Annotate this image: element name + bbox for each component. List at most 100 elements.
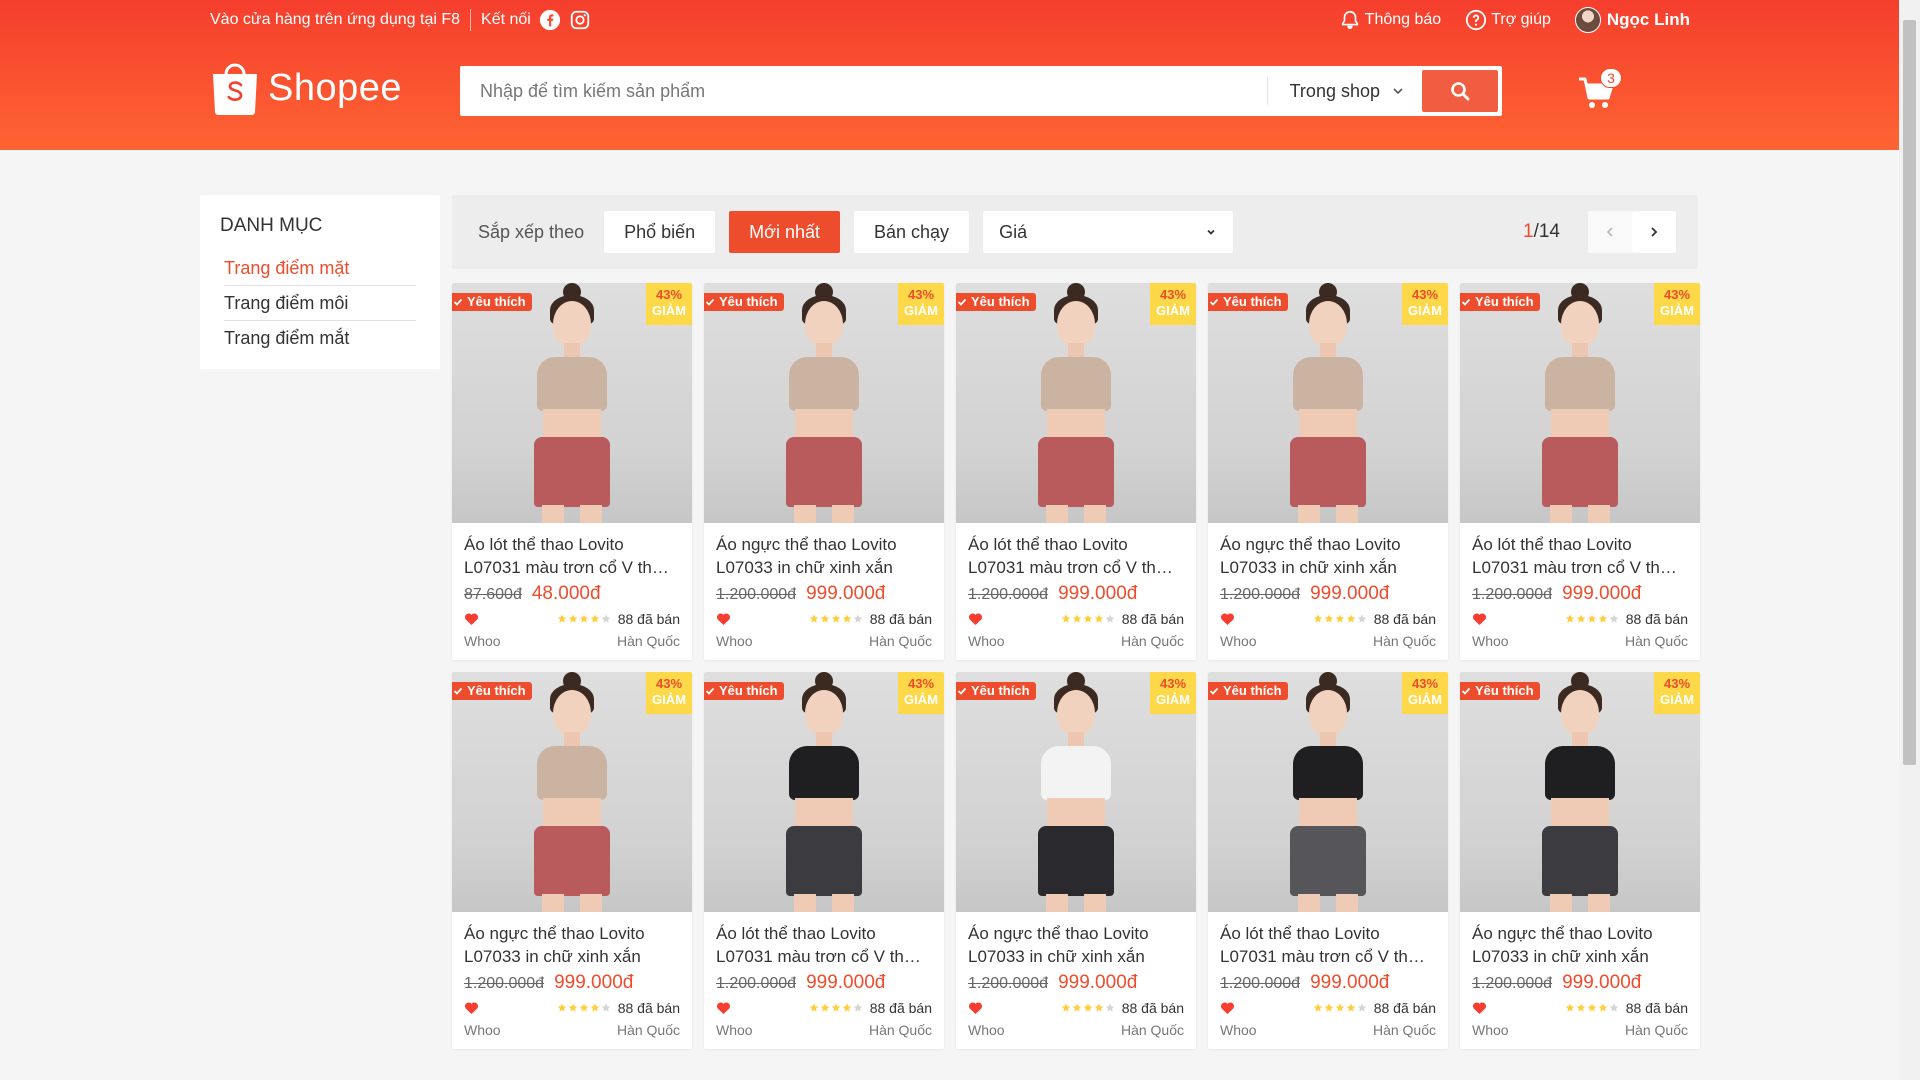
check-icon	[1461, 298, 1471, 306]
heart-icon[interactable]	[716, 1001, 731, 1015]
product-image: Yêu thích 43% GIẢM	[956, 283, 1196, 523]
star-icon	[601, 1003, 611, 1012]
heart-icon[interactable]	[1472, 612, 1487, 626]
star-icon	[853, 1003, 863, 1012]
sale-badge: 43% GIẢM	[646, 283, 692, 325]
rating-stars	[1061, 1003, 1115, 1013]
header: Vào cửa hàng trên ứng dụng tại F8 Kết nố…	[0, 0, 1899, 150]
sort-popular-button[interactable]: Phổ biến	[604, 211, 716, 253]
sale-price: 999.000đ	[1310, 972, 1390, 993]
old-price: 1.200.000đ	[716, 586, 797, 603]
sale-percent: 43%	[1159, 676, 1187, 691]
sold-count: 88 đã bán	[617, 1000, 680, 1016]
logo-text: Shopee	[268, 66, 403, 109]
product-prices: 1.200.000đ 999.000đ	[716, 972, 932, 994]
shopee-logo[interactable]: Shopee	[210, 60, 402, 116]
product-info: Áo lót thể thao Lovito L07031 màu trơn c…	[452, 523, 692, 649]
star-icon	[1565, 1003, 1575, 1012]
sale-percent: 43%	[1159, 287, 1187, 302]
sort-bestseller-button[interactable]: Bán chạy	[854, 211, 970, 253]
heart-icon[interactable]	[464, 1001, 479, 1015]
rating-stars	[809, 614, 863, 624]
avatar	[1574, 7, 1601, 33]
user-menu[interactable]: Ngọc Linh	[1574, 7, 1690, 33]
brand-name: Whoo	[968, 633, 1005, 649]
product-name: Áo ngực thể thao Lovito L07033 in chữ xi…	[716, 535, 897, 577]
old-price: 1.200.000đ	[464, 975, 545, 992]
heart-icon[interactable]	[1220, 612, 1235, 626]
scrollbar[interactable]	[1899, 0, 1920, 1080]
product-image: Yêu thích 43% GIẢM	[704, 672, 944, 912]
app-promo-link[interactable]: Vào cửa hàng trên ứng dụng tại F8	[210, 11, 460, 29]
check-icon	[1461, 687, 1471, 695]
product-card[interactable]: Yêu thích 43% GIẢM Áo ngực thể thao Lovi…	[1208, 283, 1448, 660]
heart-icon[interactable]	[1472, 1001, 1487, 1015]
sale-percent: 43%	[1411, 287, 1439, 302]
star-icon	[1105, 1003, 1115, 1012]
product-meta: 88 đã bán	[968, 611, 1184, 627]
favorite-label: Yêu thích	[719, 294, 778, 309]
favorite-tag: Yêu thích	[1460, 682, 1540, 700]
sale-label: GIẢM	[652, 303, 686, 318]
star-icon	[831, 1003, 841, 1012]
cart-button[interactable]: 3	[1578, 68, 1622, 110]
product-card[interactable]: Yêu thích 43% GIẢM Áo ngực thể thao Lovi…	[1460, 672, 1700, 1049]
product-card[interactable]: Yêu thích 43% GIẢM Áo ngực thể thao Lovi…	[956, 672, 1196, 1049]
origin-country: Hàn Quốc	[1372, 633, 1436, 649]
sale-badge: 43% GIẢM	[1150, 283, 1196, 325]
check-icon	[957, 687, 967, 695]
search-scope-select[interactable]: Trong shop	[1266, 77, 1422, 105]
product-prices: 1.200.000đ 999.000đ	[1472, 583, 1688, 605]
heart-icon[interactable]	[968, 1001, 983, 1015]
heart-icon[interactable]	[716, 612, 731, 626]
sale-badge: 43% GIẢM	[898, 283, 944, 325]
category-item-lip-makeup[interactable]: Trang điểm môi	[224, 286, 416, 321]
product-origin-row: Whoo Hàn Quốc	[716, 1022, 932, 1038]
product-info: Áo ngực thể thao Lovito L07033 in chữ xi…	[704, 523, 944, 649]
price-sort-select[interactable]: Giá	[983, 211, 1234, 253]
social-links	[539, 9, 591, 31]
favorite-label: Yêu thích	[971, 294, 1030, 309]
sale-percent: 43%	[1411, 676, 1439, 691]
star-icon	[1061, 614, 1071, 623]
category-item-eye-makeup[interactable]: Trang điểm mắt	[224, 321, 416, 356]
sale-price: 999.000đ	[1058, 972, 1138, 993]
category-item-face-makeup[interactable]: Trang điểm mặt	[224, 251, 416, 286]
sale-price: 999.000đ	[806, 583, 886, 604]
sort-newest-button[interactable]: Mới nhất	[729, 211, 840, 253]
heart-icon[interactable]	[1220, 1001, 1235, 1015]
product-image: Yêu thích 43% GIẢM	[1460, 672, 1700, 912]
old-price: 1.200.000đ	[968, 586, 1049, 603]
product-meta: 88 đã bán	[1220, 611, 1436, 627]
prev-page-button[interactable]	[1588, 211, 1632, 253]
sale-price: 999.000đ	[1058, 583, 1138, 604]
product-prices: 1.200.000đ 999.000đ	[1220, 583, 1436, 605]
search-button[interactable]	[1422, 70, 1498, 112]
product-card[interactable]: Yêu thích 43% GIẢM Áo lót thể thao Lovit…	[956, 283, 1196, 660]
notifications-link[interactable]: Thông báo	[1339, 9, 1441, 31]
product-meta: 88 đã bán	[464, 611, 680, 627]
origin-country: Hàn Quốc	[1120, 1022, 1184, 1038]
product-name: Áo lót thể thao Lovito L07031 màu trơn c…	[716, 924, 919, 966]
origin-country: Hàn Quốc	[868, 1022, 932, 1038]
product-card[interactable]: Yêu thích 43% GIẢM Áo lót thể thao Lovit…	[452, 283, 692, 660]
product-card[interactable]: Yêu thích 43% GIẢM Áo lót thể thao Lovit…	[1460, 283, 1700, 660]
product-card[interactable]: Yêu thích 43% GIẢM Áo ngực thể thao Lovi…	[452, 672, 692, 1049]
heart-icon[interactable]	[968, 612, 983, 626]
product-card[interactable]: Yêu thích 43% GIẢM Áo lót thể thao Lovit…	[1208, 672, 1448, 1049]
favorite-label: Yêu thích	[467, 683, 526, 698]
heart-icon[interactable]	[464, 612, 479, 626]
product-origin-row: Whoo Hàn Quốc	[464, 1022, 680, 1038]
help-link[interactable]: Trợ giúp	[1465, 9, 1551, 31]
scrollbar-thumb[interactable]	[1903, 20, 1916, 765]
next-page-button[interactable]	[1632, 211, 1676, 253]
product-card[interactable]: Yêu thích 43% GIẢM Áo lót thể thao Lovit…	[704, 672, 944, 1049]
product-name: Áo lót thể thao Lovito L07031 màu trơn c…	[968, 535, 1171, 577]
search-input[interactable]	[460, 66, 1267, 116]
instagram-icon[interactable]	[569, 9, 591, 31]
product-card[interactable]: Yêu thích 43% GIẢM Áo ngực thể thao Lovi…	[704, 283, 944, 660]
facebook-icon[interactable]	[539, 9, 561, 31]
sale-badge: 43% GIẢM	[1654, 283, 1700, 325]
sale-percent: 43%	[655, 676, 683, 691]
product-origin-row: Whoo Hàn Quốc	[1220, 633, 1436, 649]
